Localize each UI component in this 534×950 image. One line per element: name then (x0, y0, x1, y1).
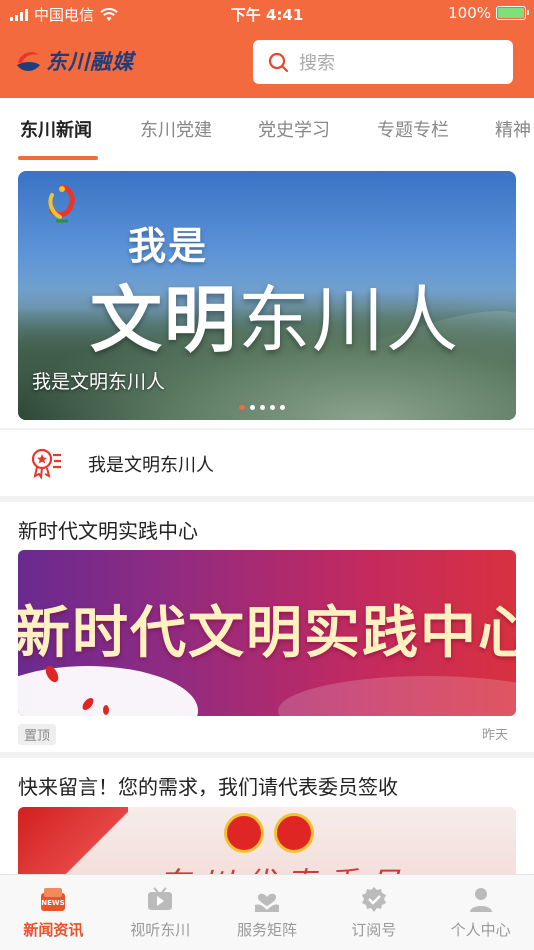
article-title: 快来留言！您的需求，我们请代表委员签收 (18, 775, 398, 799)
article-cover-image[interactable]: 新时代文明实践中心 (18, 550, 516, 716)
national-emblem-icon (224, 813, 264, 853)
tab-spirit[interactable]: 精神 (495, 116, 531, 142)
search-placeholder: 搜索 (299, 53, 335, 74)
topic-label: 我是文明东川人 (88, 455, 214, 476)
carousel-dot[interactable] (250, 405, 255, 410)
carousel-dot[interactable] (280, 405, 285, 410)
tab-party-history[interactable]: 党史学习 (258, 116, 330, 142)
red-petals-decoration-icon (45, 665, 109, 715)
tabbar-label: 新闻资讯 (23, 921, 84, 939)
banner-caption: 我是文明东川人 (32, 371, 166, 393)
app-name: 东川融媒 (46, 49, 134, 74)
status-bar: 中国电信 下午 4:41 100% (0, 0, 534, 28)
article-card[interactable]: 快来留言！您的需求，我们请代表委员签收 东川代表委员 (0, 758, 534, 878)
article-time: 昨天 (481, 728, 508, 743)
topic-row[interactable]: 我是文明东川人 (0, 430, 534, 496)
video-icon (148, 887, 173, 910)
svg-text:NEWS: NEWS (42, 899, 65, 907)
article-card[interactable]: 新时代文明实践中心 新时代文明实践中心 置顶 昨天 (0, 502, 534, 752)
app-logo: 东川融媒 (14, 46, 134, 76)
active-tab-indicator (18, 156, 98, 160)
tabbar-label: 服务矩阵 (236, 921, 297, 939)
subscribe-icon (361, 887, 386, 912)
cover-swoosh-decoration (278, 676, 516, 716)
battery-percent: 100% (448, 4, 491, 22)
app-header: 东川融媒 搜索 (0, 28, 534, 98)
logo-mark-icon (17, 52, 40, 71)
tabbar-label: 个人中心 (450, 921, 511, 939)
pinned-badge: 置顶 (18, 724, 57, 745)
article-title: 新时代文明实践中心 (18, 519, 198, 543)
banner-headline-bold: 文明 (90, 278, 239, 362)
battery-icon (496, 6, 529, 20)
carousel-dot[interactable] (239, 405, 245, 410)
medal-list-icon (31, 448, 61, 480)
article-cover-image[interactable]: 东川代表委员 (18, 807, 516, 878)
banner-headline-rest: 东川人 (238, 278, 461, 362)
category-tabs: 东川新闻 东川党建 党史学习 专题专栏 精神 (0, 98, 534, 162)
banner-carousel[interactable]: 我是 文明东川人 我是文明东川人 (18, 171, 516, 420)
cover-headline: 新时代文明实践中心 (18, 601, 516, 666)
carousel-indicator (239, 405, 285, 410)
carousel-dot[interactable] (260, 405, 265, 410)
tabbar-profile[interactable]: 个人中心 (427, 875, 534, 950)
banner-headline-line2: 文明东川人 (90, 261, 460, 366)
bottom-tab-bar: NEWS 新闻资讯 视听东川 服务矩阵 订阅号 个人中心 (0, 874, 534, 950)
search-icon (268, 52, 289, 73)
tabbar-video[interactable]: 视听东川 (107, 875, 214, 950)
user-icon (469, 888, 492, 912)
tab-dongchuan-news[interactable]: 东川新闻 (20, 116, 92, 142)
search-input[interactable]: 搜索 (253, 40, 513, 84)
service-icon (254, 893, 279, 912)
carousel-dot[interactable] (270, 405, 275, 410)
cppcc-emblem-icon (274, 813, 314, 853)
tabbar-news[interactable]: NEWS 新闻资讯 (0, 875, 107, 950)
banner-section: 我是 文明东川人 我是文明东川人 (0, 162, 534, 428)
tab-special-column[interactable]: 专题专栏 (377, 116, 449, 142)
tabbar-subscribe[interactable]: 订阅号 (320, 875, 427, 950)
tabbar-label: 视听东川 (130, 921, 191, 939)
tabbar-service[interactable]: 服务矩阵 (214, 875, 321, 950)
tabbar-label: 订阅号 (351, 921, 397, 939)
civilization-emblem-icon (48, 184, 75, 223)
cover-red-ribbon (18, 807, 128, 878)
tab-party-building[interactable]: 东川党建 (140, 116, 212, 142)
news-icon: NEWS (41, 888, 66, 911)
